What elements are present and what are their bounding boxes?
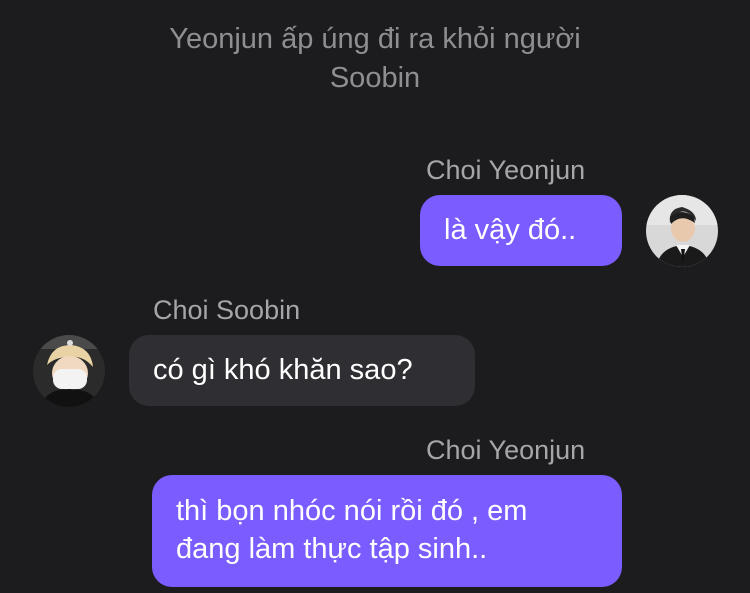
message-text: là vậy đó.. — [444, 214, 577, 246]
yeonjun-avatar[interactable] — [646, 195, 718, 267]
message-text: thì bọn nhóc nói rồi đó , em đang làm th… — [176, 495, 528, 565]
system-message: Yeonjun ấp úng đi ra khỏi người Soobin — [169, 23, 581, 94]
message-text: có gì khó khăn sao? — [153, 354, 413, 386]
sender-name: Choi Soobin — [153, 295, 301, 325]
message-bubble[interactable]: có gì khó khăn sao? — [129, 335, 475, 406]
sender-name: Choi Yeonjun — [426, 435, 586, 465]
message-bubble[interactable]: thì bọn nhóc nói rồi đó , em đang làm th… — [152, 475, 622, 587]
message-bubble[interactable]: là vậy đó.. — [420, 195, 622, 266]
soobin-avatar[interactable] — [33, 335, 105, 407]
sender-name: Choi Yeonjun — [426, 155, 586, 185]
